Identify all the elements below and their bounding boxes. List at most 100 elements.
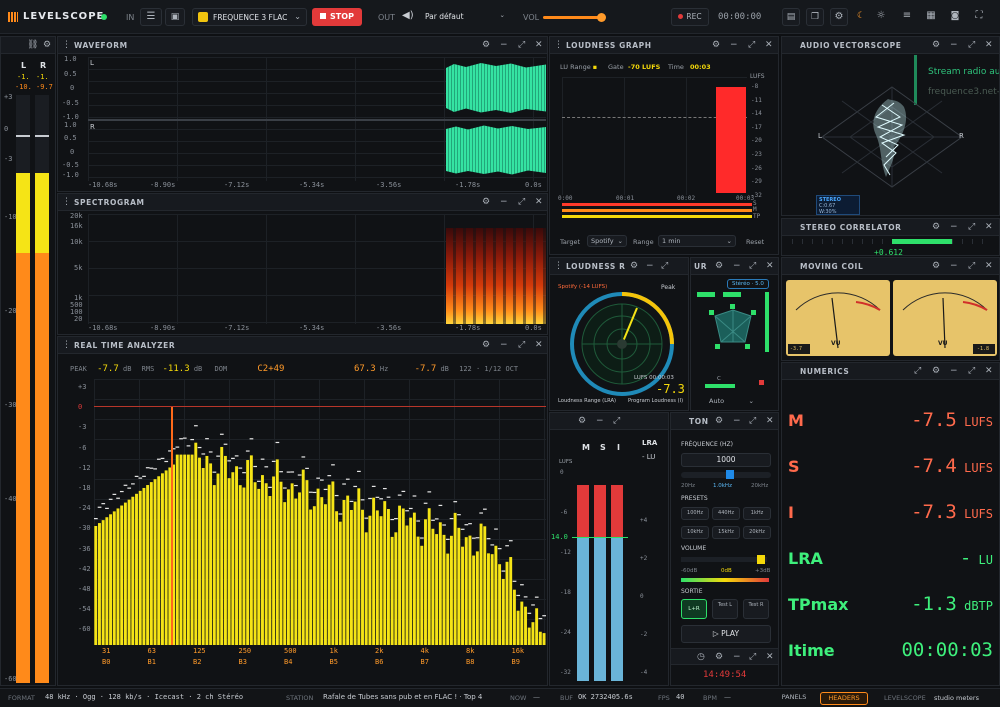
maximize-icon[interactable]: ⤢: [914, 366, 921, 376]
channel-badge[interactable]: Stéréo · 5.0: [727, 279, 769, 289]
close-icon[interactable]: ✕: [535, 340, 543, 350]
drag-handle-icon[interactable]: ⋮: [62, 197, 71, 207]
maximize-icon[interactable]: ⤢: [613, 416, 620, 426]
play-button[interactable]: ▷ PLAY: [681, 625, 771, 643]
copy-icon[interactable]: ❐: [806, 8, 824, 26]
camera-icon[interactable]: ◙: [946, 8, 964, 26]
gear-icon[interactable]: ⚙: [715, 652, 723, 662]
minimize-icon[interactable]: −: [950, 261, 958, 271]
reset-button[interactable]: Reset: [746, 238, 764, 246]
preset-button[interactable]: 20kHz: [743, 526, 771, 539]
mode-select[interactable]: Auto ⌄: [705, 396, 757, 408]
maximize-icon[interactable]: ⤢: [518, 197, 525, 207]
minimize-icon[interactable]: −: [500, 197, 508, 207]
gear-icon[interactable]: ⚙: [43, 40, 51, 50]
minimize-icon[interactable]: −: [500, 340, 508, 350]
close-icon[interactable]: ✕: [766, 261, 774, 271]
output-device-select[interactable]: Par défaut ⌄: [420, 8, 510, 26]
maximize-icon[interactable]: ⤢: [968, 40, 975, 50]
output-lr-button[interactable]: L+R: [681, 599, 707, 619]
gear-icon[interactable]: ⚙: [482, 197, 490, 207]
close-icon[interactable]: ✕: [535, 40, 543, 50]
maximize-icon[interactable]: ⤢: [749, 416, 756, 426]
drag-handle-icon[interactable]: ⋮: [554, 40, 563, 50]
maximize-icon[interactable]: ⤢: [748, 40, 755, 50]
minimize-icon[interactable]: −: [950, 40, 958, 50]
minimize-icon[interactable]: −: [733, 416, 741, 426]
maximize-icon[interactable]: ⤢: [968, 222, 975, 232]
gear-icon[interactable]: ⚙: [482, 40, 490, 50]
preset-button[interactable]: 1kHz: [743, 507, 771, 520]
headers-button[interactable]: HEADERS: [820, 692, 868, 705]
minimize-icon[interactable]: −: [730, 40, 738, 50]
moon-icon[interactable]: ☾: [852, 8, 870, 26]
stop-button[interactable]: STOP: [312, 8, 362, 26]
minimize-icon[interactable]: −: [950, 222, 958, 232]
maximize-icon[interactable]: ⤢: [661, 261, 668, 271]
close-icon[interactable]: ✕: [766, 416, 774, 426]
gear-icon[interactable]: ⚙: [932, 261, 940, 271]
minimize-icon[interactable]: −: [500, 40, 508, 50]
close-icon[interactable]: ✕: [985, 261, 993, 271]
gear-icon[interactable]: ⚙: [715, 261, 723, 271]
save-icon[interactable]: ▤: [782, 8, 800, 26]
volume-marker[interactable]: [757, 555, 765, 564]
preset-button[interactable]: 100Hz: [681, 507, 709, 520]
close-icon[interactable]: ✕: [535, 197, 543, 207]
close-icon[interactable]: ✕: [766, 652, 774, 662]
close-icon[interactable]: ✕: [985, 40, 993, 50]
range-select[interactable]: 1 min ⌄: [658, 235, 736, 247]
gear-icon[interactable]: ⚙: [630, 261, 638, 271]
fullscreen-icon[interactable]: ⛶: [970, 8, 988, 26]
close-icon[interactable]: ✕: [985, 222, 993, 232]
panels-button[interactable]: PANELS: [776, 692, 812, 705]
gear-icon[interactable]: ⚙: [830, 8, 848, 26]
gear-icon[interactable]: ⚙: [578, 416, 586, 426]
drag-handle-icon[interactable]: ⋮: [554, 261, 563, 271]
eq-icon[interactable]: ☰: [140, 8, 162, 26]
freq-input[interactable]: 1000: [681, 453, 771, 467]
menu-icon[interactable]: ≡: [898, 8, 916, 26]
maximize-icon[interactable]: ⤢: [518, 40, 525, 50]
output-test-r[interactable]: Test R: [743, 599, 769, 619]
gear-icon[interactable]: ⚙: [715, 416, 723, 426]
preset-button[interactable]: 10kHz: [681, 526, 709, 539]
source-select[interactable]: FREQUENCE 3 FLAC ⌄: [192, 8, 307, 26]
minimize-icon[interactable]: −: [950, 366, 958, 376]
output-test-l[interactable]: Test L: [712, 599, 738, 619]
maximize-icon[interactable]: ⤢: [518, 340, 525, 350]
close-icon[interactable]: ✕: [985, 366, 993, 376]
close-icon[interactable]: ✕: [765, 40, 773, 50]
drag-handle-icon[interactable]: ⋮: [62, 40, 71, 50]
minimize-icon[interactable]: −: [646, 261, 654, 271]
preset-button[interactable]: 440Hz: [712, 507, 740, 520]
gear-icon[interactable]: ⚙: [482, 340, 490, 350]
layout-grid-icon[interactable]: ▦: [922, 8, 940, 26]
preset-button[interactable]: 15kHz: [712, 526, 740, 539]
rec-button[interactable]: REC: [671, 8, 709, 26]
gear-icon[interactable]: ⚙: [932, 222, 940, 232]
drag-handle-icon[interactable]: ⋮: [62, 340, 71, 350]
volume-slider[interactable]: [543, 16, 603, 19]
gear-icon[interactable]: ⚙: [932, 366, 940, 376]
prog-label: Program Loudness (I): [628, 398, 684, 404]
minimize-icon[interactable]: −: [733, 261, 741, 271]
target-select[interactable]: Spotify ⌄: [587, 235, 627, 247]
freq-knob[interactable]: [726, 470, 734, 479]
sun-icon[interactable]: ☼: [872, 8, 890, 26]
speaker-icon[interactable]: ◀): [402, 10, 414, 21]
gear-icon[interactable]: ⚙: [712, 40, 720, 50]
maximize-icon[interactable]: ⤢: [749, 261, 756, 271]
maximize-icon[interactable]: ⤢: [968, 261, 975, 271]
rta-peak-hold: [156, 458, 161, 460]
radio-icon[interactable]: ▣: [165, 8, 185, 26]
minimize-icon[interactable]: −: [733, 652, 741, 662]
minimize-icon[interactable]: −: [596, 416, 604, 426]
volume-track[interactable]: [681, 557, 767, 562]
link-icon[interactable]: ⛓: [27, 40, 38, 50]
rta-peak-hold: [105, 507, 109, 510]
maximize-icon[interactable]: ⤢: [968, 366, 975, 376]
volume-knob[interactable]: [597, 13, 606, 22]
gear-icon[interactable]: ⚙: [932, 40, 940, 50]
maximize-icon[interactable]: ⤢: [749, 652, 756, 662]
